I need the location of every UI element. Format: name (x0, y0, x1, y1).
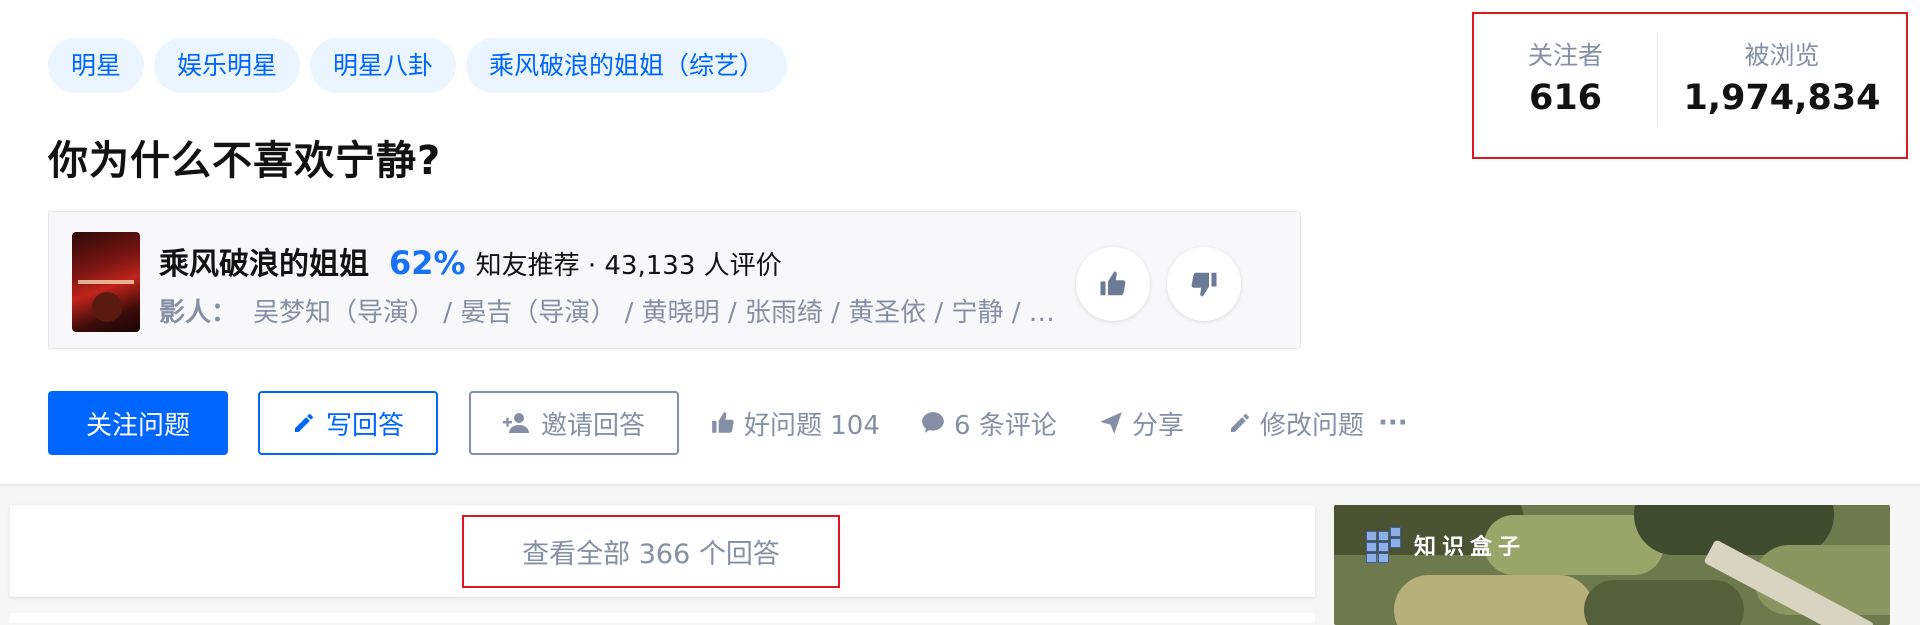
topic-tag[interactable]: 明星 (48, 38, 145, 93)
followers-label: 关注者 (1527, 41, 1603, 70)
cast-label: 影人： (159, 298, 238, 328)
views-stat: 被浏览 1,974,834 (1658, 36, 1906, 118)
show-poster[interactable] (72, 232, 140, 332)
ad-logo: 知识盒子 (1366, 527, 1526, 563)
answer-card (10, 613, 1315, 623)
pencil-icon (294, 414, 313, 432)
good-question-button[interactable]: 好问题 104 (710, 391, 880, 455)
related-show-card[interactable]: 乘风破浪的姐姐 62% 知友推荐 · 43,133 人评价 影人： 吴梦知（导演）… (48, 211, 1301, 349)
share-label: 分享 (1132, 410, 1185, 441)
thumbs-up-button[interactable] (1076, 247, 1150, 321)
question-header: 明星 娱乐明星 明星八卦 乘风破浪的姐姐（综艺） 你为什么不喜欢宁静? 乘风破浪… (0, 0, 1920, 484)
recommend-summary: 知友推荐 · 43,133 人评价 (475, 251, 782, 281)
sidebar-ad-banner[interactable]: 知识盒子 (1334, 505, 1890, 625)
comment-icon (922, 412, 944, 433)
write-answer-button[interactable]: 写回答 (258, 391, 438, 455)
question-title: 你为什么不喜欢宁静? (48, 138, 442, 184)
ad-brand: 知识盒子 (1414, 535, 1527, 560)
comments-button[interactable]: 6 条评论 (920, 391, 1057, 455)
answers-card: 查看全部 366 个回答 (10, 505, 1315, 597)
views-label: 被浏览 (1744, 41, 1820, 70)
view-all-answers-button[interactable]: 查看全部 366 个回答 (462, 515, 840, 588)
topic-tag[interactable]: 明星八卦 (310, 38, 457, 93)
invite-answer-label: 邀请回答 (540, 410, 645, 441)
write-answer-label: 写回答 (325, 410, 404, 441)
invite-answer-button[interactable]: 邀请回答 (469, 391, 679, 455)
topic-tag[interactable]: 乘风破浪的姐姐（综艺） (466, 38, 788, 93)
share-button[interactable]: 分享 (1098, 391, 1184, 455)
cast-line: 影人： 吴梦知（导演） / 晏吉（导演） / 黄晓明 / 张雨绮 / 黄圣依 / … (159, 292, 1079, 329)
followers-value: 616 (1528, 78, 1603, 118)
pencil-icon (1231, 414, 1249, 432)
edit-question-button[interactable]: 修改问题 (1228, 391, 1364, 455)
show-name[interactable]: 乘风破浪的姐姐 (159, 239, 369, 283)
views-value: 1,974,834 (1683, 78, 1881, 118)
good-question-label: 好问题 104 (744, 410, 880, 441)
topic-tags: 明星 娱乐明星 明星八卦 乘风破浪的姐姐（综艺） (48, 38, 788, 93)
followers-stat: 关注者 616 (1474, 36, 1657, 118)
add-user-icon (502, 413, 529, 433)
thumbs-up-icon (1100, 271, 1126, 296)
more-options-button[interactable]: ··· (1378, 391, 1408, 455)
topic-tag[interactable]: 娱乐明星 (154, 38, 301, 93)
follow-question-button[interactable]: 关注问题 (48, 391, 228, 455)
cube-logo-icon (1366, 527, 1406, 563)
recommend-percent: 62% (389, 244, 466, 282)
thumbs-down-button[interactable] (1167, 247, 1241, 321)
thumbs-up-icon (712, 412, 734, 433)
cast-list: 吴梦知（导演） / 晏吉（导演） / 黄晓明 / 张雨绮 / 黄圣依 / 宁静 … (253, 298, 1079, 328)
question-stats: 关注者 616 被浏览 1,974,834 (1472, 12, 1908, 159)
edit-question-label: 修改问题 (1260, 410, 1365, 441)
comments-label: 6 条评论 (954, 410, 1057, 441)
send-icon (1100, 412, 1122, 434)
thumbs-down-icon (1191, 272, 1217, 297)
